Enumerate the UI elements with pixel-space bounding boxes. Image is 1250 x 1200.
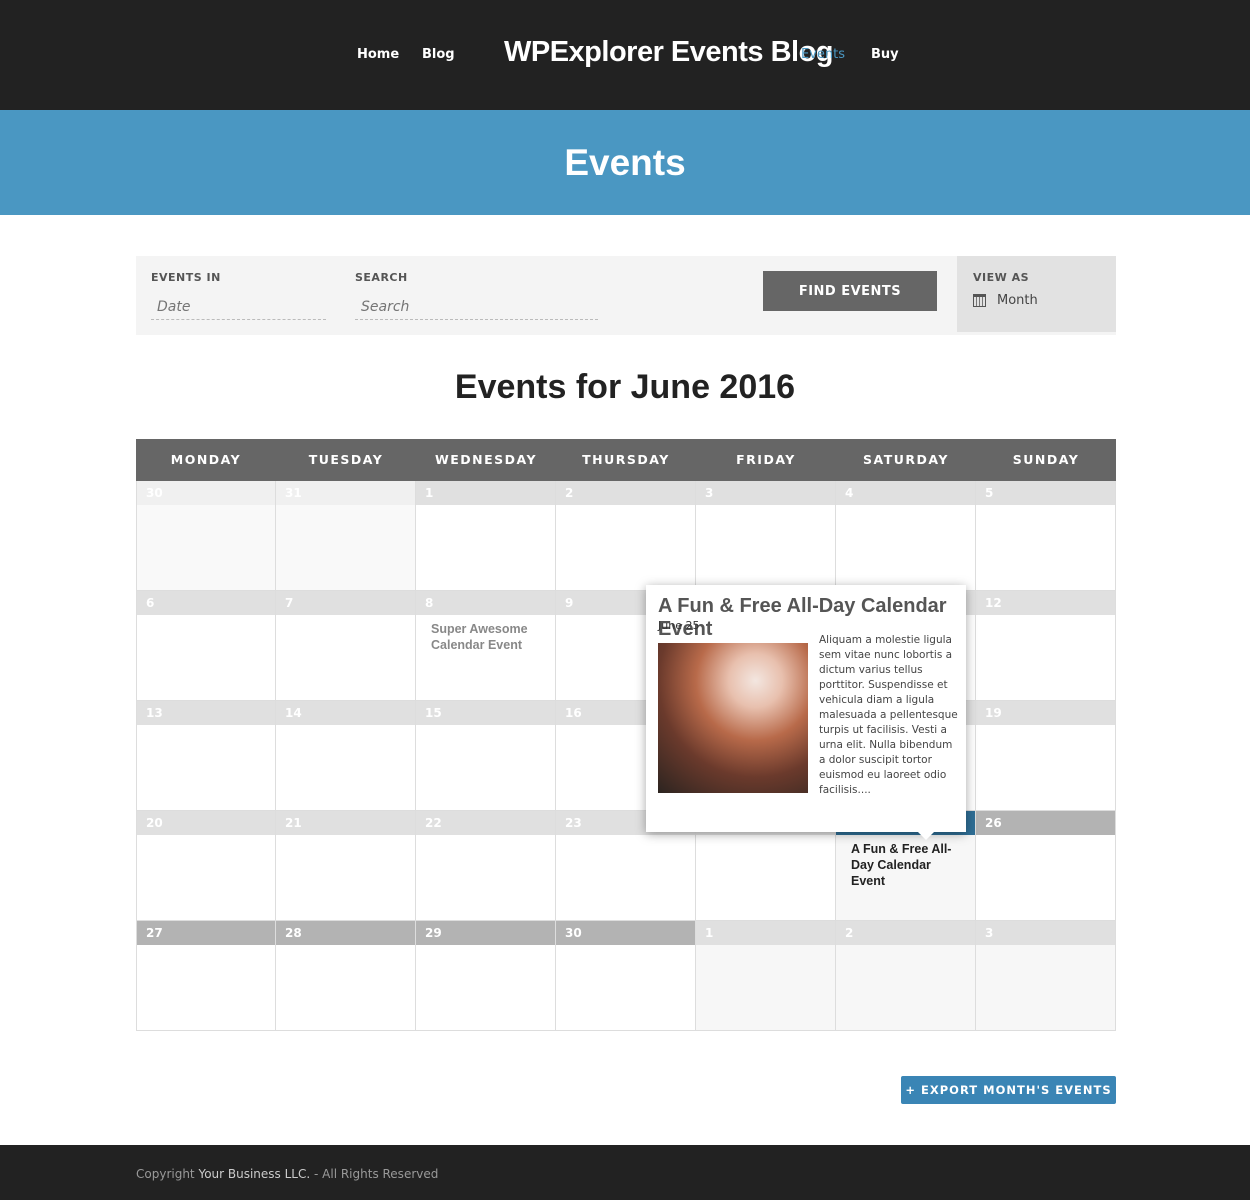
calendar-day[interactable]: 19 bbox=[976, 701, 1116, 811]
day-number: 2 bbox=[556, 481, 695, 505]
day-number: 5 bbox=[976, 481, 1115, 505]
calendar-week: 202122232425A Fun & Free All-Day Calenda… bbox=[136, 811, 1116, 921]
day-number: 6 bbox=[137, 591, 275, 615]
event-image bbox=[658, 643, 808, 793]
day-of-week: SATURDAY bbox=[863, 452, 949, 467]
calendar-day[interactable]: 30 bbox=[556, 921, 696, 1031]
day-of-week: THURSDAY bbox=[582, 452, 670, 467]
calendar-icon bbox=[973, 294, 986, 307]
calendar-event-link[interactable]: A Fun & Free All-Day Calendar Event bbox=[836, 835, 975, 895]
day-of-week: WEDNESDAY bbox=[434, 452, 538, 467]
copyright-suffix: - All Rights Reserved bbox=[310, 1167, 439, 1181]
calendar-day[interactable]: 26 bbox=[976, 811, 1116, 921]
nav-home[interactable]: Home bbox=[357, 47, 399, 62]
calendar-day[interactable]: 3 bbox=[976, 921, 1116, 1031]
day-number: 2 bbox=[836, 921, 975, 945]
day-number: 30 bbox=[556, 921, 695, 945]
nav-events[interactable]: Events bbox=[801, 47, 845, 62]
day-number: 15 bbox=[416, 701, 555, 725]
day-number: 1 bbox=[416, 481, 555, 505]
calendar-day[interactable]: 14 bbox=[276, 701, 416, 811]
calendar-day[interactable]: 21 bbox=[276, 811, 416, 921]
tooltip-date: June 25 bbox=[658, 619, 700, 632]
calendar-day[interactable]: 30 bbox=[136, 481, 276, 591]
calendar-day[interactable]: 2 bbox=[836, 921, 976, 1031]
day-of-week: TUESDAY bbox=[308, 452, 384, 467]
calendar-day[interactable]: 7 bbox=[276, 591, 416, 701]
calendar-day[interactable]: 6 bbox=[136, 591, 276, 701]
view-as-value: Month bbox=[997, 293, 1038, 308]
day-number: 21 bbox=[276, 811, 415, 835]
calendar-day[interactable]: 4 bbox=[836, 481, 976, 591]
day-number: 29 bbox=[416, 921, 555, 945]
page-hero: Events bbox=[0, 110, 1250, 215]
day-of-week: FRIDAY bbox=[736, 452, 796, 467]
calendar-day[interactable]: 29 bbox=[416, 921, 556, 1031]
calendar-title: Events for June 2016 bbox=[454, 368, 796, 406]
copyright-prefix: Copyright bbox=[136, 1167, 199, 1181]
calendar-day[interactable]: 20 bbox=[136, 811, 276, 921]
calendar-day[interactable]: 5 bbox=[976, 481, 1116, 591]
day-number: 3 bbox=[976, 921, 1115, 945]
tooltip-excerpt: Aliquam a molestie ligula sem vitae nunc… bbox=[819, 634, 958, 796]
tooltip-arrow bbox=[917, 831, 935, 840]
view-as-selector[interactable]: VIEW AS Month bbox=[957, 256, 1116, 332]
day-number: 4 bbox=[836, 481, 975, 505]
day-number: 26 bbox=[976, 811, 1115, 835]
day-of-week: SUNDAY bbox=[1012, 452, 1080, 467]
day-number: 19 bbox=[976, 701, 1115, 725]
day-number: 7 bbox=[276, 591, 415, 615]
event-tooltip: A Fun & Free All-Day Calendar Event June… bbox=[646, 585, 966, 832]
calendar-week: 678Super Awesome Calendar Event9101112 bbox=[136, 591, 1116, 701]
day-number: 13 bbox=[137, 701, 275, 725]
calendar-day[interactable]: 28 bbox=[276, 921, 416, 1031]
search-label: SEARCH bbox=[355, 271, 408, 284]
days-of-week-header: MONDAY TUESDAY WEDNESDAY THURSDAY FRIDAY SATU… bbox=[136, 439, 1116, 481]
site-header: Home Blog WPExplorer Events Blog Events … bbox=[0, 0, 1250, 110]
day-number: 20 bbox=[137, 811, 275, 835]
find-events-button[interactable]: FIND EVENTS bbox=[763, 271, 937, 311]
page-title: Events bbox=[564, 142, 686, 183]
nav-buy[interactable]: Buy bbox=[871, 47, 899, 62]
nav-blog[interactable]: Blog bbox=[422, 47, 455, 62]
day-number: 3 bbox=[696, 481, 835, 505]
company-link[interactable]: Your Business LLC. bbox=[198, 1167, 310, 1181]
day-number: 12 bbox=[976, 591, 1115, 615]
calendar-day[interactable]: 8 Super Awesome Calendar Event bbox=[416, 591, 556, 701]
day-number: 22 bbox=[416, 811, 555, 835]
calendar-week: 13141516171819 bbox=[136, 701, 1116, 811]
export-events-button[interactable]: + EXPORT MONTH'S EVENTS bbox=[901, 1076, 1116, 1104]
calendar-day[interactable]: 15 bbox=[416, 701, 556, 811]
calendar-day[interactable]: 22 bbox=[416, 811, 556, 921]
site-logo[interactable]: WPExplorer Events Blog bbox=[504, 36, 834, 69]
calendar-week: 30 31 1 2 3 4 5 bbox=[136, 481, 1116, 591]
events-filter-bar: EVENTS IN SEARCH FIND EVENTS VIEW AS Mon… bbox=[136, 256, 1116, 335]
calendar-day[interactable]: 31 bbox=[276, 481, 416, 591]
day-number: 14 bbox=[276, 701, 415, 725]
calendar-day[interactable]: 3 bbox=[696, 481, 836, 591]
site-footer: Copyright Your Business LLC. - All Right… bbox=[0, 1145, 1250, 1200]
calendar-day[interactable]: 13 bbox=[136, 701, 276, 811]
calendar-day[interactable]: 2 bbox=[556, 481, 696, 591]
day-number: 31 bbox=[276, 481, 415, 505]
calendar-day[interactable]: 12 bbox=[976, 591, 1116, 701]
day-number: 30 bbox=[137, 481, 275, 505]
month-calendar: MONDAY TUESDAY WEDNESDAY THURSDAY FRIDAY SATU… bbox=[136, 439, 1116, 1031]
calendar-event-link[interactable]: Super Awesome Calendar Event bbox=[416, 615, 555, 659]
date-input[interactable] bbox=[151, 294, 326, 320]
view-as-label: VIEW AS bbox=[973, 271, 1030, 284]
day-number: 28 bbox=[276, 921, 415, 945]
search-input[interactable] bbox=[355, 294, 598, 320]
calendar-day[interactable]: 1 bbox=[416, 481, 556, 591]
day-number: 8 bbox=[416, 591, 555, 615]
calendar-week: 27 28 29 30 1 2 3 bbox=[136, 921, 1116, 1031]
calendar-day[interactable]: 27 bbox=[136, 921, 276, 1031]
copyright: Copyright Your Business LLC. - All Right… bbox=[136, 1167, 438, 1181]
day-number: 27 bbox=[137, 921, 275, 945]
day-number: 1 bbox=[696, 921, 835, 945]
events-in-label: EVENTS IN bbox=[151, 271, 221, 284]
day-of-week: MONDAY bbox=[170, 452, 242, 467]
calendar-day[interactable]: 1 bbox=[696, 921, 836, 1031]
